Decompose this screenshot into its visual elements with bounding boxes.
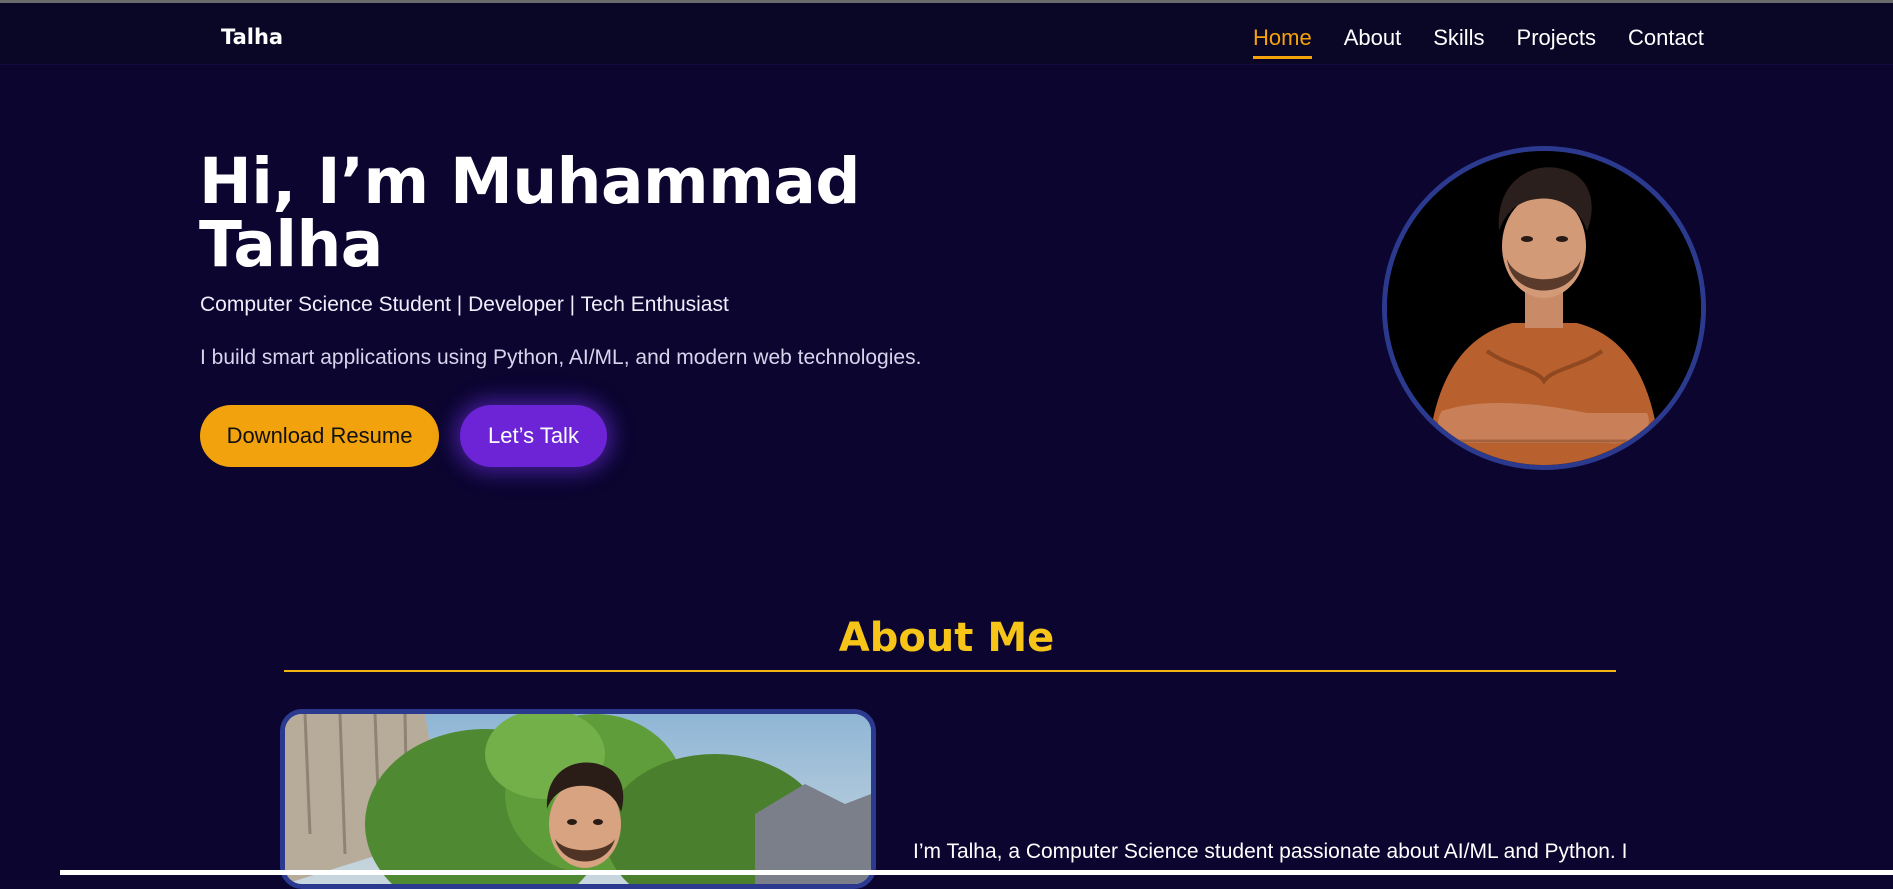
lets-talk-button[interactable]: Let’s Talk [460,405,607,467]
hero-subtitle: Computer Science Student | Developer | T… [200,293,729,316]
hero-description: I build smart applications using Python,… [200,346,922,369]
about-photo [280,709,876,889]
main-nav: Home About Skills Projects Contact [1253,25,1704,59]
window-bottom-bar [60,870,1893,875]
nav-home[interactable]: Home [1253,25,1312,59]
nav-about[interactable]: About [1344,25,1402,59]
profile-portrait-image [1387,151,1701,465]
nav-skills[interactable]: Skills [1433,25,1484,59]
nav-contact[interactable]: Contact [1628,25,1704,59]
nav-projects[interactable]: Projects [1517,25,1596,59]
download-resume-button[interactable]: Download Resume [200,405,439,467]
about-text: I’m Talha, a Computer Science student pa… [913,840,1628,863]
section-divider [284,670,1616,672]
profile-avatar [1382,146,1706,470]
hero-title: Hi, I’m Muhammad Talha [199,145,860,281]
site-header: Talha Home About Skills Projects Contact [0,3,1893,65]
about-section-title: About Me [838,615,1055,661]
about-photo-image [285,714,871,884]
site-logo[interactable]: Talha [221,25,283,49]
